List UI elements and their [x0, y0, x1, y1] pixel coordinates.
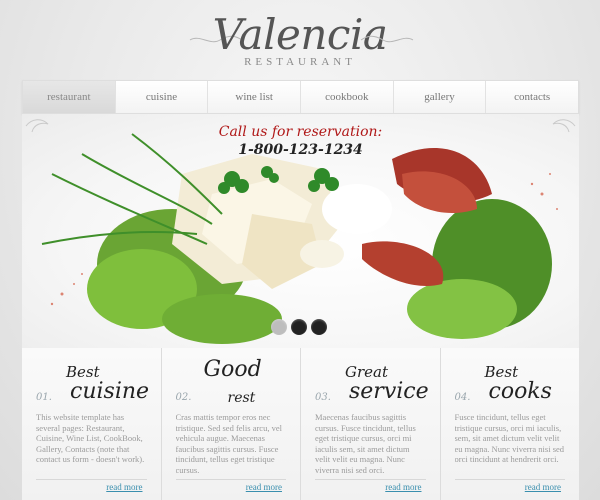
logo-subtitle: RESTAURANT	[244, 56, 356, 68]
feature-title: Good rest 02.	[175, 357, 287, 410]
main-nav: restaurant cuisine wine list cookbook ga…	[22, 80, 579, 114]
feature-title-small: Best	[484, 363, 519, 381]
feature-text: Maecenas faucibus sagittis cursus. Fusce…	[315, 412, 416, 475]
slide-dot-3[interactable]	[311, 319, 327, 335]
read-more-link[interactable]: read more	[385, 482, 421, 492]
read-more-link[interactable]: read more	[246, 482, 282, 492]
nav-item-cuisine[interactable]: cuisine	[115, 81, 209, 113]
nav-item-restaurant[interactable]: restaurant	[23, 81, 116, 113]
reservation-phone[interactable]: 1-800-123-1234	[22, 142, 579, 158]
logo-name: Valencia	[212, 10, 388, 59]
feature-number: 01.	[36, 392, 52, 403]
feature-title-small: Great	[345, 363, 389, 381]
feature-number: 04.	[454, 392, 471, 403]
site-logo[interactable]: Valencia RESTAURANT	[0, 0, 600, 80]
feature-title-small: Best	[66, 363, 100, 381]
feature-title: Best cuisine 01.	[36, 362, 150, 410]
feature-title-big: rest	[227, 390, 256, 406]
divider	[175, 479, 286, 480]
nav-item-cookbook[interactable]: cookbook	[301, 81, 394, 113]
divider	[36, 479, 147, 480]
nav-item-contacts[interactable]: contacts	[486, 81, 579, 113]
ornament-swirl-icon	[360, 35, 414, 43]
feature-card: Great service 03. Maecenas faucibus sagi…	[301, 348, 441, 500]
slide-dot-2[interactable]	[291, 319, 307, 335]
divider	[315, 479, 426, 480]
reservation-info: Call us for reservation: 1-800-123-1234	[22, 124, 579, 158]
slider-pagination	[271, 319, 327, 335]
hero-banner: Call us for reservation: 1-800-123-1234	[22, 114, 579, 348]
feature-text: This website template has several pages:…	[36, 412, 145, 464]
feature-title-small: Good	[203, 357, 262, 382]
feature-text: Fusce tincidunt, tellus eget tristique c…	[454, 412, 565, 464]
slide-dot-1[interactable]	[271, 319, 287, 335]
nav-item-wine-list[interactable]: wine list	[208, 81, 302, 113]
read-more-link[interactable]: read more	[525, 482, 561, 492]
read-more-link[interactable]: read more	[106, 482, 142, 492]
feature-title-big: cuisine	[70, 379, 150, 404]
feature-card: Best cooks 04. Fusce tincidunt, tellus e…	[440, 348, 579, 500]
feature-title: Great service 03.	[315, 362, 429, 410]
feature-card: Best cuisine 01. This website template h…	[22, 348, 162, 500]
feature-text: Cras mattis tempor eros nec tristique. S…	[175, 412, 282, 475]
feature-number: 03.	[315, 392, 331, 403]
feature-columns: Best cuisine 01. This website template h…	[22, 348, 579, 500]
feature-title-big: service	[349, 379, 429, 404]
feature-title: Best cooks 04.	[455, 362, 566, 410]
nav-item-gallery[interactable]: gallery	[393, 81, 487, 113]
reservation-label: Call us for reservation:	[218, 124, 383, 140]
divider	[454, 479, 565, 480]
feature-card: Good rest 02. Cras mattis tempor eros ne…	[161, 348, 301, 500]
feature-number: 02.	[175, 392, 192, 403]
feature-title-big: cooks	[488, 379, 552, 404]
